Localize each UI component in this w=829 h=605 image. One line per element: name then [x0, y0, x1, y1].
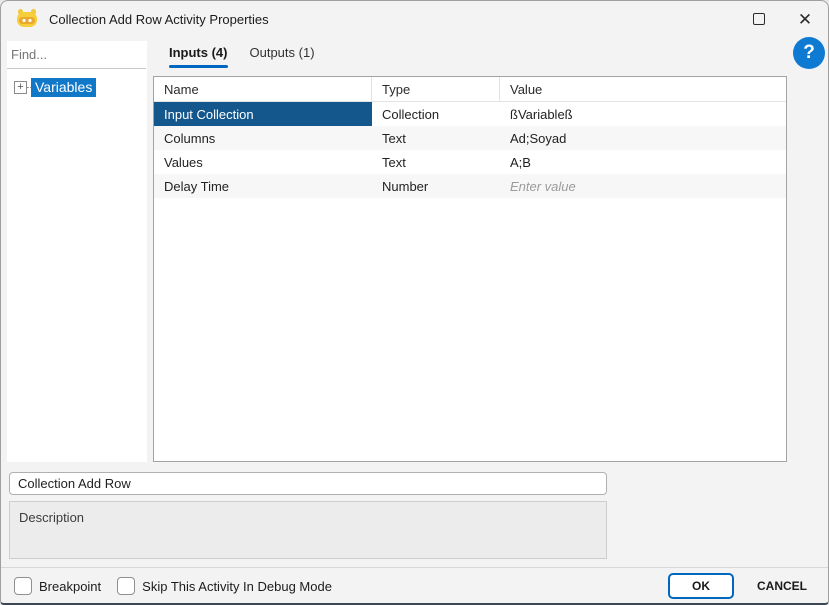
- cell-value-placeholder[interactable]: Enter value: [500, 174, 786, 198]
- properties-dialog: Collection Add Row Activity Properties ✕…: [0, 0, 829, 605]
- activity-name-input[interactable]: [9, 472, 607, 495]
- skip-debug-label: Skip This Activity In Debug Mode: [142, 578, 332, 594]
- cancel-button[interactable]: CANCEL: [745, 573, 819, 599]
- title-bar: Collection Add Row Activity Properties ✕: [1, 1, 828, 37]
- find-input[interactable]: [7, 41, 147, 68]
- column-header-value[interactable]: Value: [500, 77, 786, 101]
- maximize-button[interactable]: [736, 1, 782, 37]
- cell-value[interactable]: Ad;Soyad: [500, 126, 786, 150]
- table-row[interactable]: Columns Text Ad;Soyad: [154, 126, 786, 150]
- description-textarea[interactable]: [9, 501, 607, 559]
- table-row[interactable]: Delay Time Number Enter value: [154, 174, 786, 198]
- column-header-name[interactable]: Name: [154, 77, 372, 101]
- table-row[interactable]: Input Collection Collection ßVariableß: [154, 102, 786, 126]
- tab-strip: Inputs (4) Outputs (1): [169, 45, 315, 68]
- window-title: Collection Add Row Activity Properties: [49, 11, 269, 27]
- skip-debug-checkbox[interactable]: [117, 577, 136, 595]
- expand-plus-icon[interactable]: +: [14, 81, 27, 94]
- cell-type[interactable]: Text: [372, 150, 500, 174]
- grid-header: Name Type Value: [154, 77, 786, 102]
- breakpoint-checkbox[interactable]: [14, 577, 32, 595]
- close-icon: ✕: [797, 9, 813, 29]
- cell-value[interactable]: ßVariableß: [500, 102, 786, 126]
- cell-type[interactable]: Text: [372, 126, 500, 150]
- breakpoint-label: Breakpoint: [39, 578, 102, 594]
- maximize-icon: [753, 13, 765, 25]
- variables-tree: + Variables: [7, 69, 147, 97]
- cell-type[interactable]: Collection: [372, 102, 500, 126]
- variables-panel: + Variables: [7, 41, 147, 462]
- ok-button[interactable]: OK: [668, 573, 734, 599]
- help-button[interactable]: ?: [793, 37, 825, 69]
- properties-grid: Name Type Value Input Collection Collect…: [153, 76, 787, 462]
- close-button[interactable]: ✕: [782, 1, 828, 37]
- tab-outputs[interactable]: Outputs (1): [250, 45, 315, 68]
- cell-name[interactable]: Input Collection: [154, 102, 372, 126]
- cell-value[interactable]: A;B: [500, 150, 786, 174]
- cell-name[interactable]: Columns: [154, 126, 372, 150]
- cell-name[interactable]: Values: [154, 150, 372, 174]
- table-row[interactable]: Values Text A;B: [154, 150, 786, 174]
- cell-name[interactable]: Delay Time: [154, 174, 372, 198]
- column-header-type[interactable]: Type: [372, 77, 500, 101]
- tree-item-variables[interactable]: + Variables: [7, 78, 147, 97]
- robot-app-icon: [17, 9, 37, 27]
- cell-type[interactable]: Number: [372, 174, 500, 198]
- tab-inputs[interactable]: Inputs (4): [169, 45, 228, 68]
- tree-item-label[interactable]: Variables: [31, 78, 97, 97]
- question-icon: ?: [803, 42, 815, 63]
- value-placeholder-text: Enter value: [510, 178, 576, 194]
